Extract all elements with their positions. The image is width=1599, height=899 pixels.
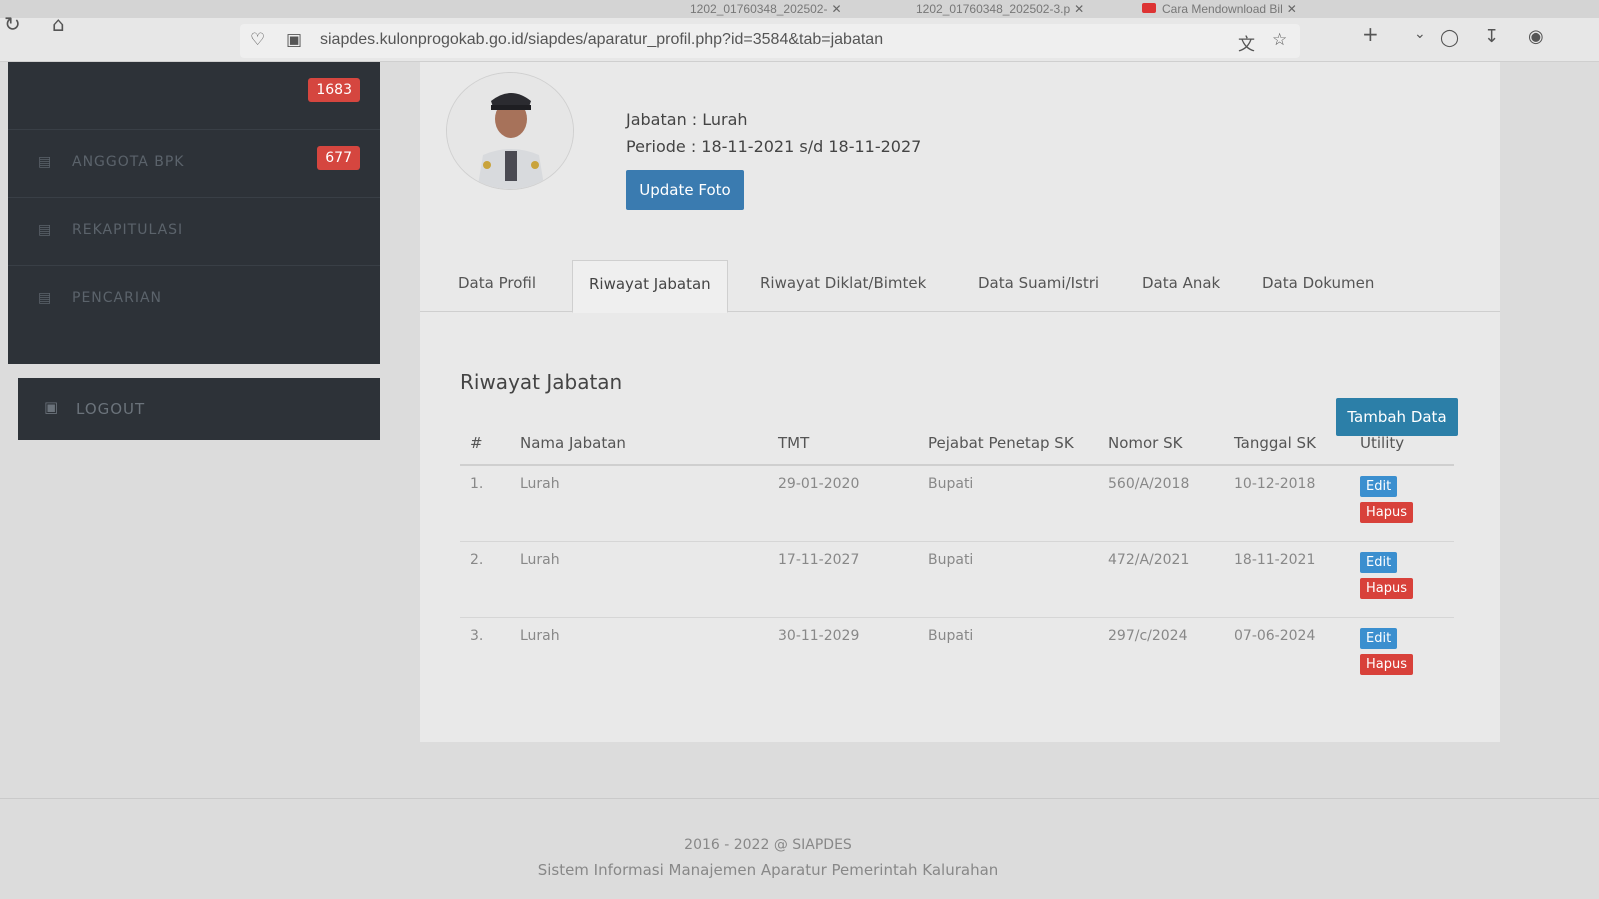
home-icon[interactable]: ⌂	[52, 12, 65, 36]
cell-pejabat: Bupati	[918, 541, 1098, 618]
tab-riwayat-diklat[interactable]: Riwayat Diklat/Bimtek	[760, 274, 926, 292]
new-tab-button[interactable]: +	[1362, 22, 1379, 46]
riwayat-jabatan-table: # Nama Jabatan TMT Pejabat Penetap SK No…	[460, 422, 1454, 693]
tab-riwayat-jabatan[interactable]: Riwayat Jabatan	[572, 260, 728, 313]
profile-tabs: Data Profil Riwayat Jabatan Riwayat Dikl…	[420, 260, 1500, 313]
cell-pejabat: Bupati	[918, 465, 1098, 542]
sidebar-item-pencarian[interactable]: ▤ PENCARIAN	[8, 266, 380, 334]
footer-copyright: 2016 - 2022 @ SIAPDES	[684, 837, 852, 853]
sidebar-item-rekapitulasi[interactable]: ▤ REKAPITULASI	[8, 198, 380, 266]
column-header: Tanggal SK	[1224, 422, 1350, 466]
sidebar-item[interactable]: 1683	[8, 62, 380, 130]
delete-button[interactable]: Hapus	[1360, 502, 1414, 523]
cell-no: 3.	[470, 627, 484, 644]
column-header: Nama Jabatan	[510, 422, 768, 466]
sidebar-item-label: ANGGOTA BPK	[72, 154, 185, 170]
tab-data-anak[interactable]: Data Anak	[1142, 274, 1220, 292]
cell-utility: Edit Hapus	[1350, 465, 1454, 542]
table-row: 3. Lurah 30-11-2029 Bupati 297/c/2024 07…	[460, 617, 1454, 693]
tab-data-dokumen[interactable]: Data Dokumen	[1262, 274, 1374, 292]
tab-label: 1202_01760348_202502-	[690, 2, 828, 16]
cell-nama-jabatan: Lurah	[510, 541, 768, 618]
chevron-down-icon[interactable]: ⌄	[1414, 26, 1426, 42]
sidebar-item-label: REKAPITULASI	[72, 222, 184, 238]
tab-label: Cara Mendownload Bil	[1162, 2, 1283, 16]
star-icon[interactable]: ☆	[1272, 30, 1287, 50]
url-text[interactable]: siapdes.kulonprogokab.go.id/siapdes/apar…	[320, 31, 883, 49]
download-icon[interactable]: ↧	[1484, 26, 1499, 47]
cell-utility: Edit Hapus	[1350, 617, 1454, 693]
tab-label: 1202_01760348_202502-3.p	[916, 2, 1071, 16]
official-photo	[447, 73, 573, 189]
jabatan-text: Jabatan : Lurah	[626, 110, 748, 129]
close-icon[interactable]: ✕	[1287, 2, 1297, 16]
cell-no: 2.	[460, 541, 510, 618]
cell-tmt: 30-11-2029	[778, 627, 860, 644]
delete-button[interactable]: Hapus	[1360, 653, 1414, 675]
address-bar[interactable]: ♡ ▣ siapdes.kulonprogokab.go.id/siapdes/…	[240, 24, 1300, 58]
tab-strip: 1202_01760348_202502- ✕ 1202_01760348_202…	[0, 0, 1599, 18]
count-badge: 1683	[308, 78, 360, 102]
sidebar-item-label: PENCARIAN	[72, 290, 163, 306]
lock-icon: ▣	[286, 30, 303, 50]
delete-button[interactable]: Hapus	[1360, 577, 1414, 599]
cell-nomor-sk: 560/A/2018	[1098, 465, 1224, 542]
logout-button[interactable]: ▣ LOGOUT	[18, 378, 380, 440]
browser-tab[interactable]: 1202_01760348_202502-3.p ✕	[916, 0, 1084, 18]
tab-data-suami-istri[interactable]: Data Suami/Istri	[978, 274, 1099, 292]
list-icon: ▤	[38, 154, 52, 170]
reload-icon[interactable]: ↻	[4, 12, 21, 36]
main-panel: Jabatan : Lurah Periode : 18-11-2021 s/d…	[420, 62, 1500, 742]
cell-nama-jabatan: Lurah	[510, 465, 768, 542]
section-title: Riwayat Jabatan	[460, 370, 623, 394]
periode-text: Periode : 18-11-2021 s/d 18-11-2027	[626, 137, 922, 156]
cell-nama-jabatan: Lurah	[520, 627, 560, 644]
table-header-row: # Nama Jabatan TMT Pejabat Penetap SK No…	[460, 422, 1454, 466]
cell-tanggal-sk: 10-12-2018	[1224, 465, 1350, 542]
cell-nomor-sk: 472/A/2021	[1098, 541, 1224, 618]
column-header: #	[460, 422, 510, 466]
avatar	[446, 72, 574, 190]
edit-button[interactable]: Edit	[1360, 627, 1398, 649]
close-icon[interactable]: ✕	[1074, 2, 1084, 16]
edit-button[interactable]: Edit	[1360, 551, 1398, 573]
tab-data-profil[interactable]: Data Profil	[458, 274, 536, 292]
update-photo-button[interactable]: Update Foto	[626, 170, 744, 210]
column-header: Nomor SK	[1098, 422, 1224, 466]
lock-icon: ▣	[44, 398, 59, 416]
table-row: 1. Lurah 29-01-2020 Bupati 560/A/2018 10…	[460, 465, 1454, 542]
cell-tmt: 17-11-2027	[768, 541, 918, 618]
cell-nomor-sk: 297/c/2024	[1108, 627, 1188, 644]
footer-tagline: Sistem Informasi Manajemen Aparatur Peme…	[537, 861, 999, 879]
shield-icon: ♡	[250, 30, 266, 50]
youtube-icon	[1142, 3, 1156, 13]
footer: 2016 - 2022 @ SIAPDES Sistem Informasi M…	[0, 798, 1599, 899]
cell-tanggal-sk: 18-11-2021	[1224, 541, 1350, 618]
profile-info: Jabatan : Lurah Periode : 18-11-2021 s/d…	[626, 106, 921, 160]
column-header: Utility	[1350, 422, 1454, 466]
column-header: Pejabat Penetap SK	[918, 422, 1098, 466]
browser-toolbar: 1202_01760348_202502- ✕ 1202_01760348_202…	[0, 0, 1599, 62]
cell-no: 1.	[460, 465, 510, 542]
pocket-icon[interactable]: ◯	[1440, 28, 1459, 48]
column-header: TMT	[768, 422, 918, 466]
close-icon[interactable]: ✕	[831, 2, 841, 16]
list-icon: ▤	[38, 290, 52, 306]
browser-tab[interactable]: 1202_01760348_202502- ✕	[690, 0, 842, 18]
sidebar-item-anggota-bpk[interactable]: ▤ ANGGOTA BPK 677	[8, 130, 380, 198]
count-badge: 677	[317, 146, 360, 170]
edit-button[interactable]: Edit	[1360, 476, 1398, 497]
cell-pejabat: Bupati	[928, 627, 974, 644]
cell-tanggal-sk: 07-06-2024	[1234, 627, 1316, 644]
cell-utility: Edit Hapus	[1350, 541, 1454, 618]
browser-tab[interactable]: Cara Mendownload Bil ✕	[1142, 0, 1297, 18]
table-row: 2. Lurah 17-11-2027 Bupati 472/A/2021 18…	[460, 541, 1454, 618]
translate-icon[interactable]: 文	[1238, 30, 1255, 55]
logout-label: LOGOUT	[76, 400, 146, 418]
cell-tmt: 29-01-2020	[768, 465, 918, 542]
account-icon[interactable]: ◉	[1528, 26, 1544, 47]
sidebar: 1683 ▤ ANGGOTA BPK 677 ▤ REKAPITULASI ▤ …	[8, 62, 380, 364]
list-icon: ▤	[38, 222, 52, 238]
